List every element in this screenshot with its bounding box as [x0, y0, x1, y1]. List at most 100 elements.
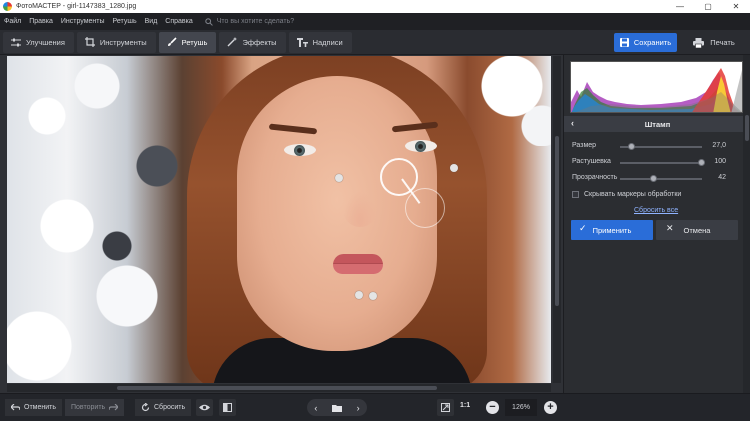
- minimize-button[interactable]: —: [666, 0, 694, 13]
- tab-enhancements[interactable]: Улучшения: [3, 31, 74, 53]
- right-eye: [405, 140, 437, 152]
- hide-markers-checkbox-row[interactable]: Скрывать маркеры обработки: [572, 191, 681, 198]
- print-label: Печать: [710, 38, 735, 47]
- redo-arrow-icon: [109, 404, 119, 411]
- undo-label: Отменить: [24, 404, 56, 411]
- menu-bar: Файл Правка Инструменты Ретушь Вид Справ…: [0, 13, 750, 30]
- tabs-toolbar: Улучшения Инструменты Ретушь Эффекты Над…: [0, 30, 750, 55]
- reset-icon: [141, 403, 150, 412]
- previous-file-icon[interactable]: ‹: [314, 403, 317, 413]
- menu-retouch[interactable]: Ретушь: [109, 18, 141, 25]
- opacity-slider-knob[interactable]: [650, 175, 658, 182]
- actual-size-button[interactable]: 1:1: [460, 402, 470, 409]
- bottom-toolbar: Отменить Повторить Сбросить ‹ › 1:1 − 12…: [0, 393, 750, 421]
- panel-header: ‹ Штамп: [564, 116, 750, 132]
- next-file-icon[interactable]: ›: [357, 403, 360, 413]
- opacity-slider-track[interactable]: [620, 178, 702, 180]
- histogram-graph: [571, 62, 742, 112]
- search-placeholder: Что вы хотите сделать?: [216, 18, 295, 25]
- redo-button[interactable]: Повторить: [65, 399, 125, 416]
- feather-value: 100: [714, 158, 726, 165]
- histogram: [570, 61, 743, 113]
- portrait-photo[interactable]: [7, 56, 551, 383]
- search-icon: [205, 17, 213, 26]
- tab-enhancements-label: Улучшения: [26, 37, 65, 47]
- fit-to-screen-button[interactable]: [437, 399, 454, 416]
- hide-markers-label: Скрывать маркеры обработки: [584, 191, 682, 198]
- preview-eye-button[interactable]: [196, 399, 213, 416]
- undo-arrow-icon: [11, 404, 20, 411]
- brush-icon: [167, 37, 177, 46]
- eye-icon: [199, 404, 210, 411]
- retouch-marker[interactable]: [450, 164, 458, 172]
- menu-tools[interactable]: Инструменты: [57, 18, 109, 25]
- canvas-horizontal-scrollbar[interactable]: [7, 384, 551, 392]
- horizontal-scroll-thumb[interactable]: [117, 386, 437, 390]
- close-button[interactable]: ✕: [722, 0, 750, 13]
- reset-all-link[interactable]: Сбросить все: [634, 207, 678, 214]
- menu-view[interactable]: Вид: [141, 18, 162, 25]
- image-canvas[interactable]: [0, 55, 563, 393]
- compare-button[interactable]: [219, 399, 236, 416]
- undo-button[interactable]: Отменить: [5, 399, 62, 416]
- text-icon: [296, 37, 308, 47]
- feather-slider-row: Растушевка 100: [572, 157, 742, 169]
- save-label: Сохранить: [633, 38, 672, 47]
- search-box[interactable]: Что вы хотите сделать?: [205, 17, 295, 26]
- panel-scrollbar[interactable]: [743, 55, 750, 393]
- tab-tools[interactable]: Инструменты: [76, 31, 156, 53]
- vertical-scroll-thumb[interactable]: [555, 136, 559, 306]
- check-icon: ✓: [579, 223, 587, 233]
- tab-text[interactable]: Надписи: [288, 31, 352, 53]
- tab-retouch[interactable]: Ретушь: [158, 31, 217, 53]
- compare-icon: [223, 403, 232, 412]
- tab-effects[interactable]: Эффекты: [219, 31, 286, 53]
- photo-editor-window: ФотоМАСТЕР - girl-1147383_1280.jpg — ▢ ✕…: [0, 0, 750, 421]
- panel-title: Штамп: [644, 119, 671, 129]
- canvas-vertical-scrollbar[interactable]: [553, 56, 561, 383]
- reset-label: Сбросить: [154, 404, 186, 411]
- right-panel: ‹ Штамп Размер 27,0 Растушевка 100 Прозр…: [563, 55, 750, 393]
- apply-label: Применить: [592, 225, 632, 235]
- feather-label: Растушевка: [572, 158, 611, 165]
- opacity-label: Прозрачность: [572, 174, 618, 181]
- sliders-icon: [11, 38, 21, 46]
- retouch-marker[interactable]: [369, 292, 377, 300]
- stamp-target-circle[interactable]: [380, 158, 418, 196]
- cancel-label: Отмена: [683, 225, 711, 235]
- cancel-button[interactable]: ✕ Отмена: [656, 220, 738, 240]
- apply-button[interactable]: ✓ Применить: [571, 220, 653, 240]
- snowy-branches-right: [462, 56, 551, 146]
- close-x-icon: ✕: [666, 223, 674, 233]
- hide-markers-checkbox[interactable]: [572, 191, 579, 198]
- tab-text-label: Надписи: [312, 37, 343, 47]
- back-arrow-icon[interactable]: ‹: [571, 118, 574, 128]
- magic-wand-icon: [227, 37, 238, 47]
- menu-file[interactable]: Файл: [0, 18, 25, 25]
- left-eye: [284, 144, 316, 156]
- menu-help[interactable]: Справка: [161, 18, 196, 25]
- panel-scroll-thumb[interactable]: [745, 115, 749, 141]
- opacity-slider-row: Прозрачность 42: [572, 173, 742, 185]
- tab-tools-label: Инструменты: [99, 37, 147, 47]
- printer-icon: [693, 37, 705, 48]
- feather-slider-knob[interactable]: [698, 159, 705, 166]
- crop-icon: [84, 37, 95, 47]
- tab-retouch-label: Ретушь: [181, 37, 208, 47]
- reset-button[interactable]: Сбросить: [135, 399, 192, 416]
- zoom-in-icon[interactable]: +: [544, 401, 557, 414]
- zoom-value[interactable]: 126%: [505, 399, 537, 416]
- retouch-marker[interactable]: [355, 291, 363, 299]
- floppy-disk-icon: [619, 38, 629, 47]
- retouch-marker[interactable]: [335, 174, 343, 182]
- maximize-button[interactable]: ▢: [694, 0, 722, 13]
- menu-edit[interactable]: Правка: [25, 18, 57, 25]
- zoom-out-icon[interactable]: −: [486, 401, 499, 414]
- snowy-branches-left: [7, 56, 207, 383]
- print-button[interactable]: Печать: [682, 33, 746, 52]
- size-slider-knob[interactable]: [628, 143, 636, 150]
- save-button[interactable]: Сохранить: [614, 33, 677, 52]
- folder-icon[interactable]: [331, 404, 342, 412]
- fit-screen-icon: [441, 403, 450, 412]
- feather-slider-track[interactable]: [620, 162, 702, 164]
